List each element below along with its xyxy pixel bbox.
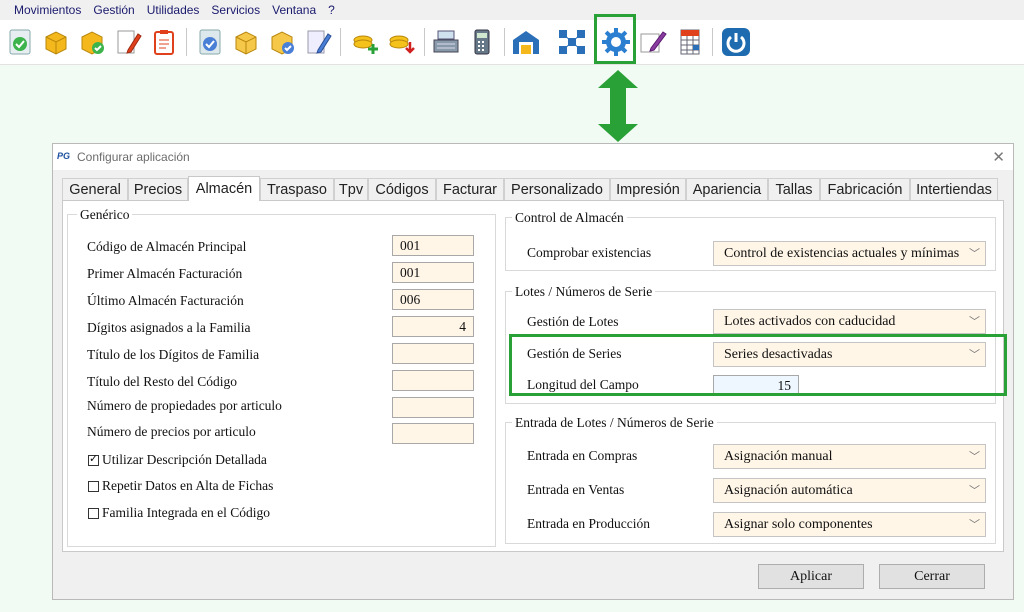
input-primer-almacen[interactable]: 001 [392,262,474,283]
coins-download-icon[interactable] [386,26,418,58]
checkbox-repetir-datos[interactable]: Repetir Datos en Alta de Fichas [88,478,273,494]
tab-apariencia[interactable]: Apariencia [686,178,768,200]
menu-bar: Movimientos Gestión Utilidades Servicios… [0,0,1024,20]
label-numero-precios: Número de precios por articulo [87,424,256,439]
menu-utilidades[interactable]: Utilidades [141,3,206,17]
tab-panel-almacen: Genérico Código de Almacén Principal 001… [62,200,1007,552]
label-gestion-lotes: Gestión de Lotes [527,314,619,329]
input-numero-precios[interactable] [392,423,474,444]
label-entrada-produccion: Entrada en Producción [527,516,650,531]
select-value: Control de existencias actuales y mínima… [724,246,960,261]
input-titulo-resto-codigo[interactable] [392,370,474,391]
select-value: Asignación manual [724,449,833,464]
warehouse-icon[interactable] [510,26,542,58]
chevron-down-icon[interactable]: ﹀ [969,479,980,502]
checkbox-familia-integrada[interactable]: Familia Integrada en el Código [88,505,270,521]
tab-intertiendas[interactable]: Intertiendas [910,178,998,200]
config-dialog: PG Configurar aplicación ✕ General Preci… [52,143,1014,600]
select-value: Lotes activados con caducidad [724,314,896,329]
chevron-down-icon[interactable]: ﹀ [969,445,980,468]
clipboard-icon[interactable] [148,26,180,58]
group-lotes-series-title: Lotes / Números de Serie [512,284,656,300]
select-value: Asignar solo componentes [724,517,873,532]
app-logo: PG [57,151,71,161]
pencil-edit-icon[interactable] [302,26,334,58]
checkbox-box[interactable] [88,452,99,466]
box-icon[interactable] [230,26,262,58]
check-sphere-icon[interactable] [4,26,36,58]
chevron-down-icon[interactable]: ﹀ [969,513,980,536]
menu-gestion[interactable]: Gestión [87,3,140,17]
edit-pen-icon[interactable] [638,26,670,58]
coins-add-icon[interactable] [350,26,382,58]
checkbox-descripcion-detallada[interactable]: Utilizar Descripción Detallada [88,452,267,468]
tab-traspaso[interactable]: Traspaso [260,178,334,200]
label-titulo-digitos-familia: Título de los Dígitos de Familia [87,347,260,362]
tab-impresion[interactable]: Impresión [610,178,686,200]
select-comprobar-existencias[interactable]: Control de existencias actuales y mínima… [713,241,986,266]
tab-personalizado[interactable]: Personalizado [504,178,610,200]
close-icon[interactable]: ✕ [992,148,1005,166]
input-titulo-digitos-familia[interactable] [392,343,474,364]
dialog-title: Configurar aplicación [77,150,190,164]
input-digitos-familia[interactable]: 4 [392,316,474,337]
menu-ventana[interactable]: Ventana [266,3,322,17]
select-entrada-compras[interactable]: Asignación manual ﹀ [713,444,986,469]
label-digitos-familia: Dígitos asignados a la Familia [87,320,251,335]
close-button[interactable]: Cerrar [879,564,985,589]
checkbox-label: Familia Integrada en el Código [102,505,270,520]
checkbox-label: Repetir Datos en Alta de Fichas [102,478,274,493]
group-generico-title: Genérico [77,207,133,223]
label-entrada-compras: Entrada en Compras [527,448,638,463]
tab-tallas[interactable]: Tallas [768,178,820,200]
tab-fabricacion[interactable]: Fabricación [820,178,910,200]
pencil-edit-icon[interactable] [112,26,144,58]
tab-precios[interactable]: Precios [128,178,188,200]
label-entrada-ventas: Entrada en Ventas [527,482,625,497]
group-control-almacen-title: Control de Almacén [512,210,627,226]
chevron-down-icon[interactable]: ﹀ [969,242,980,265]
tab-general[interactable]: General [62,178,128,200]
select-value: Asignación automática [724,483,853,498]
toolbar [0,20,1024,65]
cash-register-icon[interactable] [430,26,462,58]
gear-highlight-box [594,14,636,64]
select-entrada-produccion[interactable]: Asignar solo componentes ﹀ [713,512,986,537]
label-numero-propiedades: Número de propiedades por articulo [87,398,282,413]
tab-almacen[interactable]: Almacén [188,176,260,201]
label-ultimo-almacen: Último Almacén Facturación [87,293,244,308]
dialog-titlebar: PG Configurar aplicación ✕ [53,144,1013,170]
input-numero-propiedades[interactable] [392,397,474,418]
box-icon[interactable] [40,26,72,58]
label-titulo-resto-codigo: Título del Resto del Código [87,374,237,389]
box-check-icon[interactable] [76,26,108,58]
tab-tpv[interactable]: Tpv [334,178,368,200]
check-sphere-icon[interactable] [194,26,226,58]
chevron-down-icon[interactable]: ﹀ [969,310,980,333]
input-codigo-almacen-principal[interactable]: 001 [392,235,474,256]
group-entrada-lotes-title: Entrada de Lotes / Números de Serie [512,415,717,431]
label-codigo-almacen-principal: Código de Almacén Principal [87,239,247,254]
input-ultimo-almacen[interactable]: 006 [392,289,474,310]
select-gestion-lotes[interactable]: Lotes activados con caducidad ﹀ [713,309,986,334]
label-primer-almacen: Primer Almacén Facturación [87,266,243,281]
box-check-icon[interactable] [266,26,298,58]
checkbox-box[interactable] [88,480,99,492]
checkbox-box[interactable] [88,507,99,519]
network-icon[interactable] [556,26,588,58]
menu-servicios[interactable]: Servicios [205,3,266,17]
menu-movimientos[interactable]: Movimientos [0,3,87,17]
label-comprobar-existencias: Comprobar existencias [527,245,652,260]
calculator-icon[interactable] [466,26,498,58]
lotes-highlight-box [509,334,1007,396]
spreadsheet-icon[interactable] [674,26,706,58]
tab-facturar[interactable]: Facturar [436,178,504,200]
apply-button[interactable]: Aplicar [758,564,864,589]
checkbox-label: Utilizar Descripción Detallada [102,452,267,467]
select-entrada-ventas[interactable]: Asignación automática ﹀ [713,478,986,503]
power-icon[interactable] [720,26,752,58]
menu-help[interactable]: ? [322,3,341,17]
down-arrow-icon [598,70,638,142]
tab-codigos[interactable]: Códigos [368,178,436,200]
